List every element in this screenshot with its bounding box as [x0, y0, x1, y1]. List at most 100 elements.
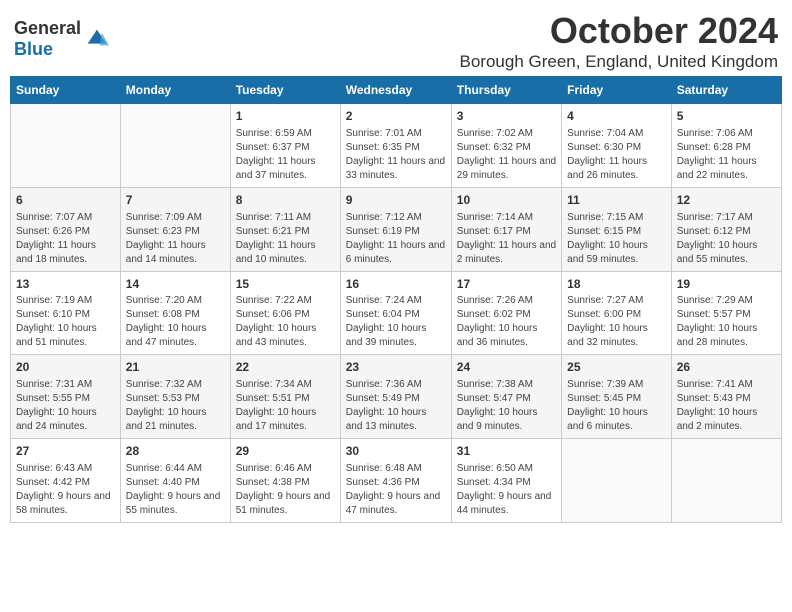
daylight-hours: Daylight: 10 hours and 24 minutes.: [16, 406, 115, 434]
day-cell: [562, 439, 672, 523]
day-number: 28: [126, 443, 225, 460]
daylight-hours: Sunset: 6:12 PM: [677, 225, 776, 239]
daylight-hours: Sunrise: 7:02 AM: [457, 127, 556, 141]
day-number: 20: [16, 359, 115, 376]
day-number: 10: [457, 192, 556, 209]
day-number: 30: [346, 443, 446, 460]
week-row-2: 6 Sunrise: 7:07 AMSunset: 6:26 PM Daylight…: [11, 187, 782, 271]
daylight-hours: Sunrise: 7:38 AM: [457, 378, 556, 392]
day-cell: 16Sunrise: 7:24 AMSunset: 6:04 PMDayligh…: [340, 271, 451, 355]
day-number: 17: [457, 276, 556, 293]
daylight-hours: Daylight: 9 hours and 58 minutes.: [16, 490, 115, 518]
daylight-hours: Sunset: 6:08 PM: [126, 308, 225, 322]
day-cell: 2Sunrise: 7:01 AMSunset: 6:35 PMDaylight…: [340, 104, 451, 188]
daylight-hours: Sunrise: 7:31 AM: [16, 378, 115, 392]
daylight-hours: Sunrise: 7:24 AM: [346, 294, 446, 308]
day-number: 25: [567, 359, 666, 376]
day-cell: 29Sunrise: 6:46 AMSunset: 4:38 PMDayligh…: [230, 439, 340, 523]
day-cell: 8Sunrise: 7:11 AMSunset: 6:21 PMDaylight…: [230, 187, 340, 271]
daylight-hours: Daylight: 10 hours and 51 minutes.: [16, 322, 115, 350]
daylight-hours: Sunset: 6:37 PM: [236, 141, 335, 155]
day-number: 14: [126, 276, 225, 293]
day-number: 18: [567, 276, 666, 293]
day-cell: 17Sunrise: 7:26 AMSunset: 6:02 PMDayligh…: [451, 271, 561, 355]
daylight-hours: Daylight: 11 hours and 6 minutes.: [346, 239, 446, 267]
day-cell: [120, 104, 230, 188]
day-number: 27: [16, 443, 115, 460]
daylight-hours: Sunset: 6:26 PM: [16, 225, 115, 239]
day-number: 6: [16, 192, 115, 209]
day-cell: [11, 104, 121, 188]
daylight-hours: Sunrise: 7:01 AM: [346, 127, 446, 141]
day-cell: 30Sunrise: 6:48 AMSunset: 4:36 PMDayligh…: [340, 439, 451, 523]
day-cell: 31Sunrise: 6:50 AMSunset: 4:34 PMDayligh…: [451, 439, 561, 523]
daylight-hours: Sunset: 4:42 PM: [16, 476, 115, 490]
daylight-hours: Sunset: 6:21 PM: [236, 225, 335, 239]
day-number: 12: [677, 192, 776, 209]
day-cell: 13Sunrise: 7:19 AMSunset: 6:10 PMDayligh…: [11, 271, 121, 355]
day-cell: 19Sunrise: 7:29 AMSunset: 5:57 PMDayligh…: [671, 271, 781, 355]
daylight-hours: Sunset: 5:47 PM: [457, 392, 556, 406]
daylight-hours: Daylight: 11 hours and 33 minutes.: [346, 155, 446, 183]
day-cell: 11Sunrise: 7:15 AMSunset: 6:15 PMDayligh…: [562, 187, 672, 271]
week-row-4: 20Sunrise: 7:31 AMSunset: 5:55 PMDayligh…: [11, 355, 782, 439]
daylight-hours: Sunset: 6:10 PM: [16, 308, 115, 322]
daylight-hours: Daylight: 10 hours and 28 minutes.: [677, 322, 776, 350]
daylight-hours: Sunrise: 6:46 AM: [236, 462, 335, 476]
daylight-hours: Sunrise: 7:26 AM: [457, 294, 556, 308]
header-cell-sunday: Sunday: [11, 77, 121, 104]
daylight-hours: Sunset: 6:00 PM: [567, 308, 666, 322]
logo: General Blue: [14, 18, 111, 60]
day-number: 11: [567, 192, 666, 209]
daylight-hours: Sunset: 6:17 PM: [457, 225, 556, 239]
daylight-hours: Daylight: 10 hours and 47 minutes.: [126, 322, 225, 350]
daylight-hours: Sunrise: 6:44 AM: [126, 462, 225, 476]
day-number: 26: [677, 359, 776, 376]
location-title: Borough Green, England, United Kingdom: [460, 52, 778, 72]
daylight-hours: Daylight: 10 hours and 13 minutes.: [346, 406, 446, 434]
daylight-hours: Sunrise: 7:27 AM: [567, 294, 666, 308]
day-cell: 14Sunrise: 7:20 AMSunset: 6:08 PMDayligh…: [120, 271, 230, 355]
daylight-hours: Sunrise: 7:32 AM: [126, 378, 225, 392]
calendar-table: SundayMondayTuesdayWednesdayThursdayFrid…: [10, 76, 782, 523]
daylight-hours: Sunset: 6:35 PM: [346, 141, 446, 155]
daylight-hours: Sunrise: 7:04 AM: [567, 127, 666, 141]
daylight-hours: Daylight: 10 hours and 55 minutes.: [677, 239, 776, 267]
day-cell: 9Sunrise: 7:12 AMSunset: 6:19 PMDaylight…: [340, 187, 451, 271]
day-number: 1: [236, 108, 335, 125]
header-cell-thursday: Thursday: [451, 77, 561, 104]
daylight-hours: Sunrise: 6:43 AM: [16, 462, 115, 476]
daylight-hours: Daylight: 10 hours and 39 minutes.: [346, 322, 446, 350]
month-title: October 2024: [460, 10, 778, 52]
day-cell: 25Sunrise: 7:39 AMSunset: 5:45 PMDayligh…: [562, 355, 672, 439]
daylight-hours: Sunrise: 7:19 AM: [16, 294, 115, 308]
daylight-hours: Daylight: 9 hours and 47 minutes.: [346, 490, 446, 518]
day-cell: 20 Sunrise: 7:31 AMSunset: 5:55 PMDayligh…: [11, 355, 121, 439]
daylight-hours: Daylight: 10 hours and 59 minutes.: [567, 239, 666, 267]
day-number: 5: [677, 108, 776, 125]
daylight-hours: Sunrise: 7:17 AM: [677, 211, 776, 225]
daylight-hours: Daylight: 10 hours and 36 minutes.: [457, 322, 556, 350]
daylight-hours: Daylight: 11 hours and 29 minutes.: [457, 155, 556, 183]
daylight-hours: Daylight: 9 hours and 44 minutes.: [457, 490, 556, 518]
daylight-hours: Sunset: 6:23 PM: [126, 225, 225, 239]
daylight-hours: Sunrise: 7:39 AM: [567, 378, 666, 392]
week-row-5: 27Sunrise: 6:43 AMSunset: 4:42 PMDayligh…: [11, 439, 782, 523]
daylight-hours: Daylight: 10 hours and 6 minutes.: [567, 406, 666, 434]
day-cell: 24Sunrise: 7:38 AMSunset: 5:47 PMDayligh…: [451, 355, 561, 439]
day-cell: 3Sunrise: 7:02 AMSunset: 6:32 PMDaylight…: [451, 104, 561, 188]
header-cell-saturday: Saturday: [671, 77, 781, 104]
daylight-hours: Sunrise: 7:12 AM: [346, 211, 446, 225]
day-cell: 7Sunrise: 7:09 AMSunset: 6:23 PMDaylight…: [120, 187, 230, 271]
daylight-hours: Sunset: 5:55 PM: [16, 392, 115, 406]
header-cell-wednesday: Wednesday: [340, 77, 451, 104]
daylight-hours: Sunrise: 7:09 AM: [126, 211, 225, 225]
daylight-hours: Sunset: 6:32 PM: [457, 141, 556, 155]
daylight-hours: Sunrise: 7:07 AM: [16, 211, 115, 225]
daylight-hours: Sunset: 4:40 PM: [126, 476, 225, 490]
daylight-hours: Sunset: 6:28 PM: [677, 141, 776, 155]
daylight-hours: Daylight: 11 hours and 2 minutes.: [457, 239, 556, 267]
daylight-hours: Sunrise: 6:59 AM: [236, 127, 335, 141]
daylight-hours: Sunrise: 7:20 AM: [126, 294, 225, 308]
day-number: 7: [126, 192, 225, 209]
